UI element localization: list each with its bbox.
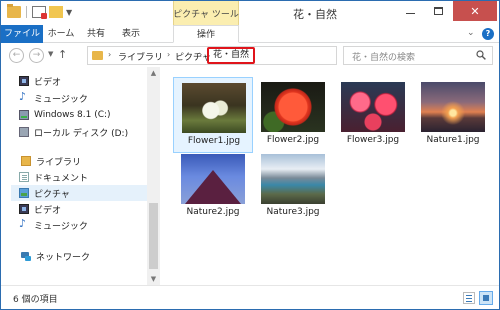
properties-icon[interactable] <box>32 6 47 19</box>
folder-icon <box>7 4 21 18</box>
quick-access-toolbar: ▼ <box>7 4 72 19</box>
nav-pane-scrollbar[interactable]: ▲ ▼ <box>147 67 160 285</box>
pictures-icon <box>19 188 29 198</box>
nav-item-network[interactable]: ネットワーク <box>21 248 90 264</box>
item-count: 6 個の項目 <box>13 295 58 305</box>
nav-item-libraries[interactable]: ライブラリ <box>21 153 81 169</box>
nav-item-label: ドキュメント <box>34 173 89 184</box>
back-button[interactable]: ← <box>9 48 24 63</box>
file-name: Flower1.jpg <box>187 136 241 146</box>
minimize-button[interactable] <box>397 1 423 21</box>
file-name: Flower3.jpg <box>346 135 400 145</box>
nav-item-drive-d[interactable]: ローカル ディスク (D:) <box>19 124 128 140</box>
tab-file[interactable]: ファイル <box>1 25 43 43</box>
search-input[interactable]: 花・自然の検索 <box>343 46 493 65</box>
file-item[interactable]: Nature3.jpg <box>253 149 333 225</box>
file-item[interactable]: Flower3.jpg <box>333 77 413 153</box>
scroll-down-icon[interactable]: ▼ <box>147 273 160 285</box>
nav-item-label: ライブラリ <box>36 157 82 168</box>
scroll-up-icon[interactable]: ▲ <box>147 67 160 79</box>
nav-item-label: ネットワーク <box>36 252 91 263</box>
breadcrumb-separator-icon[interactable]: › <box>199 50 202 59</box>
image-thumbnail <box>261 154 325 204</box>
title-bar: ▼ ピクチャ ツール 花・自然 ✕ <box>1 1 499 25</box>
search-placeholder: 花・自然の検索 <box>352 53 416 63</box>
image-thumbnail <box>181 154 245 204</box>
large-icons-view-icon[interactable] <box>479 291 493 305</box>
help-icon[interactable]: ? <box>482 28 494 40</box>
breadcrumb-separator-icon[interactable]: › <box>167 50 170 59</box>
explorer-window: ▼ ピクチャ ツール 花・自然 ✕ ファイル ホーム 共有 表示 操作 ⌄ ? … <box>0 0 500 310</box>
nav-item-label: ローカル ディスク (D:) <box>34 128 129 139</box>
nav-item-label: ビデオ <box>34 77 62 88</box>
tab-share[interactable]: 共有 <box>81 25 111 43</box>
image-thumbnail <box>341 82 405 132</box>
nav-item-label: Windows 8.1 (C:) <box>34 110 111 120</box>
nav-item-label: ミュージック <box>34 94 88 105</box>
search-icon <box>476 50 486 60</box>
up-button[interactable]: ↑ <box>58 48 67 61</box>
nav-item-pictures[interactable]: ピクチャ <box>11 185 147 201</box>
address-bar[interactable]: › ライブラリ › ピクチャ › 花・自然 ▼ ↻ <box>87 46 418 65</box>
chevron-down-icon[interactable]: ▼ <box>66 8 72 17</box>
file-item[interactable]: Flower1.jpg <box>173 77 253 153</box>
nav-item-label: ビデオ <box>34 205 62 216</box>
maximize-icon <box>433 7 443 15</box>
file-list: Flower1.jpg Flower2.jpg Flower3.jpg Natu… <box>161 67 499 285</box>
video-icon <box>19 76 29 86</box>
breadcrumb-separator-icon[interactable]: › <box>108 50 111 59</box>
new-folder-icon[interactable] <box>49 6 63 18</box>
expand-ribbon-icon[interactable]: ⌄ <box>467 28 475 38</box>
tab-view[interactable]: 表示 <box>113 25 149 43</box>
context-tab-group-label: ピクチャ ツール <box>173 10 239 20</box>
file-name: Nature3.jpg <box>266 207 320 217</box>
image-thumbnail <box>421 82 485 132</box>
file-name: Nature2.jpg <box>186 207 240 217</box>
close-icon: ✕ <box>470 4 480 18</box>
network-icon <box>21 251 31 261</box>
file-name: Flower2.jpg <box>266 135 320 145</box>
recent-locations-icon[interactable]: ▼ <box>48 50 53 58</box>
nav-item-label: ミュージック <box>34 221 88 232</box>
tab-manage[interactable]: 操作 <box>173 25 239 43</box>
separator <box>26 6 27 18</box>
image-thumbnail <box>182 83 246 133</box>
file-name: Nature1.jpg <box>426 135 480 145</box>
status-bar: 6 個の項目 <box>1 285 499 309</box>
nav-item-music[interactable]: ミュージック <box>19 90 88 106</box>
scrollbar-thumb[interactable] <box>149 203 158 269</box>
ribbon-tab-row: ファイル ホーム 共有 表示 操作 ⌄ ? <box>1 25 499 43</box>
minimize-icon <box>405 12 415 14</box>
file-item[interactable]: Nature1.jpg <box>413 77 493 153</box>
nav-item-documents[interactable]: ドキュメント <box>19 169 88 185</box>
folder-icon <box>92 51 103 60</box>
details-view-icon[interactable] <box>463 292 475 304</box>
drive-icon <box>19 110 29 120</box>
breadcrumb-pictures[interactable]: ピクチャ <box>175 50 211 63</box>
libraries-icon <box>21 156 31 166</box>
drive-icon <box>19 127 29 137</box>
nav-item-music-library[interactable]: ミュージック <box>19 217 88 233</box>
nav-item-drive-c[interactable]: Windows 8.1 (C:) <box>19 107 111 123</box>
breadcrumb-libraries[interactable]: ライブラリ <box>118 50 163 63</box>
close-button[interactable]: ✕ <box>453 1 497 21</box>
maximize-button[interactable] <box>425 1 451 21</box>
tab-home[interactable]: ホーム <box>43 25 79 43</box>
navigation-pane: ビデオ ミュージック Windows 8.1 (C:) ローカル ディスク (D… <box>1 67 147 285</box>
video-icon <box>19 204 29 214</box>
documents-icon <box>19 172 29 182</box>
breadcrumb-current-folder[interactable]: 花・自然 <box>207 47 255 64</box>
music-icon <box>19 90 29 103</box>
forward-button[interactable]: → <box>29 48 44 63</box>
music-icon <box>19 217 29 230</box>
navigation-bar: ← → ▼ ↑ › ライブラリ › ピクチャ › 花・自然 ▼ ↻ 花・自然の検… <box>1 43 499 67</box>
nav-item-videos-library[interactable]: ビデオ <box>19 201 61 217</box>
file-item[interactable]: Flower2.jpg <box>253 77 333 153</box>
nav-item-label: ピクチャ <box>34 189 70 200</box>
window-title: 花・自然 <box>293 8 337 21</box>
file-item[interactable]: Nature2.jpg <box>173 149 253 225</box>
image-thumbnail <box>261 82 325 132</box>
nav-item-videos[interactable]: ビデオ <box>19 73 61 89</box>
